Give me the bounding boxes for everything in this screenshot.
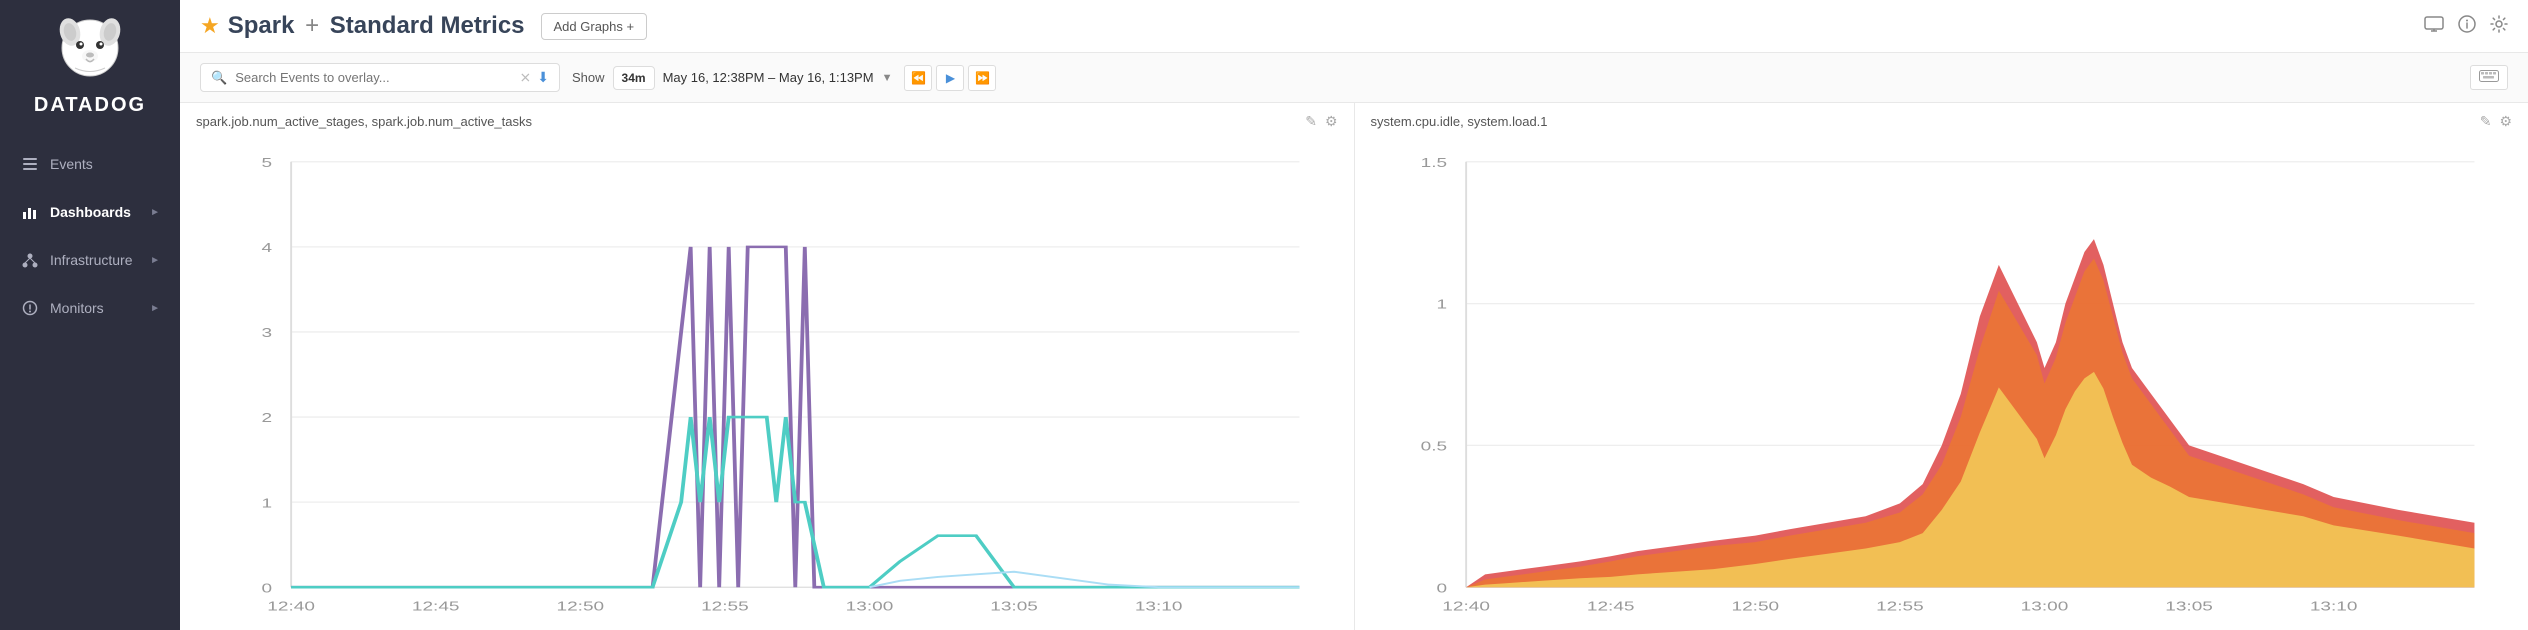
svg-text:5: 5 [262, 156, 273, 170]
chevron-right-icon: ► [150, 255, 160, 266]
monitor-icon[interactable] [2424, 16, 2444, 37]
sidebar-item-label: Dashboards [50, 204, 131, 220]
clear-search-icon[interactable]: ⨯ [520, 69, 532, 86]
search-box: 🔍 ⨯ ⬇ [200, 63, 560, 92]
svg-text:13:10: 13:10 [2309, 599, 2357, 613]
svg-text:1.5: 1.5 [1420, 156, 1446, 170]
chart-panel-1: spark.job.num_active_stages, spark.job.n… [180, 103, 1355, 630]
show-label: Show [572, 70, 605, 85]
sidebar-navigation: Events Dashboards ► [0, 140, 180, 332]
chevron-right-icon: ► [150, 207, 160, 218]
toolbar: 🔍 ⨯ ⬇ Show 34m May 16, 12:38PM – May 16,… [180, 53, 2528, 103]
page-header: ★ Spark + Standard Metrics Add Graphs + [180, 0, 2528, 53]
datadog-mascot-icon [50, 10, 130, 90]
svg-text:12:55: 12:55 [1876, 599, 1924, 613]
svg-text:3: 3 [262, 326, 273, 340]
chart-svg-2: 1.5 1 0.5 0 12:40 12:45 12:50 12:55 13:0… [1371, 136, 2513, 613]
chart-settings-icon[interactable]: ⚙ [1325, 113, 1338, 130]
time-controls: Show 34m May 16, 12:38PM – May 16, 1:13P… [572, 66, 892, 90]
svg-text:12:40: 12:40 [267, 599, 315, 613]
nodes-icon [20, 250, 40, 270]
sidebar-item-events[interactable]: Events [0, 140, 180, 188]
svg-text:0: 0 [1436, 581, 1447, 595]
charts-area: spark.job.num_active_stages, spark.job.n… [180, 103, 2528, 630]
search-actions: ⨯ ⬇ [520, 69, 549, 86]
svg-text:4: 4 [262, 241, 273, 255]
svg-text:0: 0 [262, 581, 273, 595]
add-graphs-button[interactable]: Add Graphs + [541, 13, 648, 40]
chart-title-1: spark.job.num_active_stages, spark.job.n… [196, 114, 1305, 129]
page-title: Spark + Standard Metrics [228, 12, 525, 40]
svg-text:12:50: 12:50 [556, 599, 604, 613]
list-icon [20, 154, 40, 174]
svg-text:12:40: 12:40 [1442, 599, 1490, 613]
svg-text:13:10: 13:10 [1135, 599, 1183, 613]
rewind-button[interactable]: ⏪ [904, 65, 932, 91]
keyboard-shortcut-button[interactable] [2470, 65, 2508, 90]
sidebar-item-label: Infrastructure [50, 252, 132, 268]
header-icons [2424, 15, 2508, 38]
chart-panel-2: system.cpu.idle, system.load.1 ✎ ⚙ 1.5 [1355, 103, 2528, 630]
bar-chart-icon [20, 202, 40, 222]
sidebar: DATADOG Events Dashboards [0, 0, 180, 630]
svg-text:13:00: 13:00 [2020, 599, 2068, 613]
time-range-display: May 16, 12:38PM – May 16, 1:13PM [663, 70, 874, 85]
favorite-star-icon[interactable]: ★ [200, 13, 220, 39]
time-navigation-buttons: ⏪ ▶ ⏩ [904, 65, 996, 91]
svg-text:12:55: 12:55 [701, 599, 749, 613]
edit-chart-icon[interactable]: ✎ [1305, 113, 1317, 130]
download-icon[interactable]: ⬇ [537, 69, 549, 86]
svg-text:2: 2 [262, 411, 273, 425]
sidebar-item-monitors[interactable]: Monitors ► [0, 284, 180, 332]
svg-text:12:50: 12:50 [1731, 599, 1779, 613]
svg-text:1: 1 [1436, 298, 1447, 312]
fast-forward-button[interactable]: ⏩ [968, 65, 996, 91]
svg-text:1: 1 [262, 496, 273, 510]
svg-text:13:05: 13:05 [2165, 599, 2213, 613]
sidebar-item-label: Events [50, 156, 93, 172]
brand-logo: DATADOG [30, 10, 150, 120]
svg-text:13:05: 13:05 [990, 599, 1038, 613]
settings-icon[interactable] [2490, 15, 2508, 38]
svg-text:12:45: 12:45 [1586, 599, 1634, 613]
play-button[interactable]: ▶ [936, 65, 964, 91]
chart-container-1: 5 4 3 2 1 0 12:40 12:45 12:50 12:55 13:0… [196, 136, 1338, 613]
sidebar-item-dashboards[interactable]: Dashboards ► [0, 188, 180, 236]
time-dropdown-icon[interactable]: ▼ [882, 72, 893, 84]
chart-settings-2-icon[interactable]: ⚙ [2499, 113, 2512, 130]
chart-container-2: 1.5 1 0.5 0 12:40 12:45 12:50 12:55 13:0… [1371, 136, 2513, 613]
edit-chart-2-icon[interactable]: ✎ [2480, 113, 2492, 130]
chart-header-2: system.cpu.idle, system.load.1 ✎ ⚙ [1371, 113, 2513, 130]
chart-title-2: system.cpu.idle, system.load.1 [1371, 114, 2480, 129]
time-window-pill[interactable]: 34m [613, 66, 655, 90]
main-content: ★ Spark + Standard Metrics Add Graphs + … [180, 0, 2528, 630]
sidebar-item-label: Monitors [50, 300, 104, 316]
info-icon[interactable] [2458, 15, 2476, 38]
svg-text:13:00: 13:00 [846, 599, 894, 613]
brand-name: DATADOG [34, 94, 146, 117]
search-input[interactable] [235, 70, 511, 85]
chart-actions-2: ✎ ⚙ [2480, 113, 2512, 130]
svg-text:0.5: 0.5 [1420, 439, 1446, 453]
chart-svg-1: 5 4 3 2 1 0 12:40 12:45 12:50 12:55 13:0… [196, 136, 1338, 613]
sidebar-item-infrastructure[interactable]: Infrastructure ► [0, 236, 180, 284]
chevron-right-icon: ► [150, 303, 160, 314]
alert-icon [20, 298, 40, 318]
chart-header-1: spark.job.num_active_stages, spark.job.n… [196, 113, 1338, 130]
search-icon: 🔍 [211, 70, 227, 86]
svg-text:12:45: 12:45 [412, 599, 460, 613]
chart-actions-1: ✎ ⚙ [1305, 113, 1337, 130]
